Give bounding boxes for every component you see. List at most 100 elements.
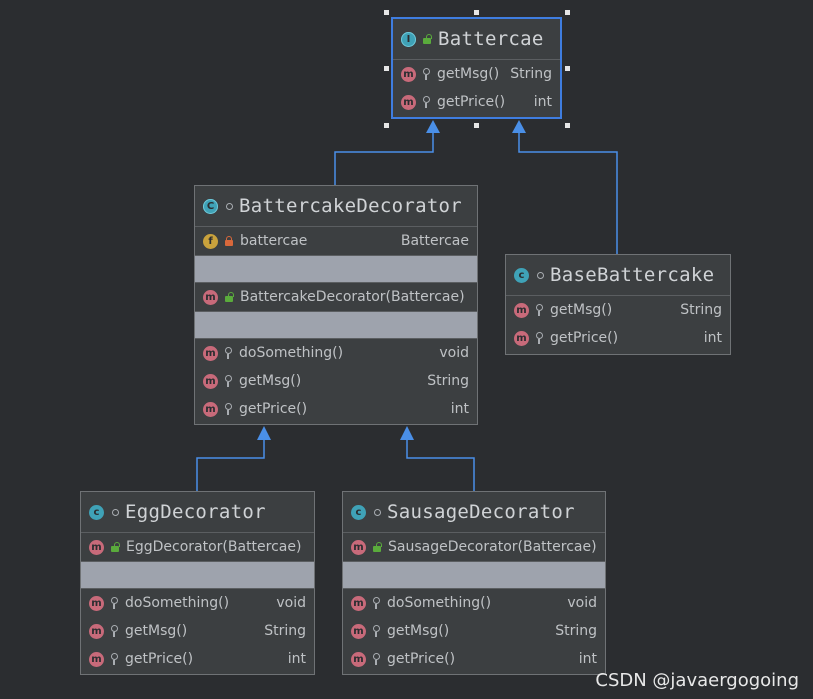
methods-section: m getMsg() String m getPrice() int [506,296,730,352]
key-icon [372,653,381,665]
method-type: int [533,94,552,110]
arrowhead [257,426,271,440]
class-battercae[interactable]: I Battercae m getMsg() String m getPrice… [391,17,562,119]
package-visibility-icon [226,202,233,210]
class-egg-decorator[interactable]: c EggDecorator m EggDecorator(Battercae)… [80,491,315,675]
method-row[interactable]: m getMsg() String [393,60,560,88]
method-icon: m [203,401,218,417]
method-row[interactable]: m getPrice() int [506,324,730,352]
method-row[interactable]: m getPrice() int [81,645,314,673]
method-type: int [703,330,722,346]
class-battercake-decorator[interactable]: C BattercakeDecorator f battercae Batter… [194,185,478,425]
selection-handle[interactable] [474,123,479,128]
package-visibility-icon [537,271,544,279]
class-base-battercake[interactable]: c BaseBattercake m getMsg() String m get… [505,254,731,355]
method-row[interactable]: m getPrice() int [393,88,560,116]
method-icon: m [351,539,366,555]
constructor-name: SausageDecorator(Battercae) [388,539,597,555]
constructors-section: m EggDecorator(Battercae) [81,533,314,562]
method-name: getPrice() [239,401,308,417]
selection-handle[interactable] [565,123,570,128]
abstract-class-icon: C [203,198,218,214]
method-row[interactable]: m getMsg() String [195,367,477,395]
method-row[interactable]: m getMsg() String [81,617,314,645]
class-name: BaseBattercake [550,264,715,286]
methods-section: m doSomething() void m getMsg() String m… [195,339,477,423]
relation-base-implements-battercae [518,132,618,254]
selection-handle[interactable] [565,10,570,15]
field-type: Battercae [400,233,469,249]
method-type: void [567,595,597,611]
method-icon: m [203,289,218,305]
class-sausage-decorator[interactable]: c SausageDecorator m SausageDecorator(Ba… [342,491,606,675]
method-row[interactable]: m getPrice() int [343,645,605,673]
method-row[interactable]: m getMsg() String [343,617,605,645]
selection-handle[interactable] [384,66,389,71]
methods-section: m getMsg() String m getPrice() int [393,60,560,116]
key-icon [110,625,119,637]
method-type: String [555,623,597,639]
method-icon: m [351,651,366,667]
package-visibility-icon [112,508,119,516]
arrowhead [400,426,414,440]
constructor-row[interactable]: m EggDecorator(Battercae) [81,533,314,561]
method-icon: m [89,595,104,611]
class-header: c SausageDecorator [343,492,605,533]
method-row[interactable]: m getPrice() int [195,395,477,423]
key-icon [224,375,233,387]
method-name: getPrice() [387,651,456,667]
class-header: C BattercakeDecorator [195,186,477,227]
public-visibility-icon [372,542,382,552]
key-icon [422,68,431,80]
methods-section: m doSomething() void m getMsg() String m… [343,589,605,673]
method-name: getMsg() [550,302,613,318]
empty-section [81,562,314,589]
public-visibility-icon [224,292,234,302]
key-icon [535,332,544,344]
selection-handle[interactable] [384,123,389,128]
method-icon: m [514,302,529,318]
class-name: Battercae [438,28,544,50]
method-name: getMsg() [387,623,450,639]
relation-sausage-extends-decorator [406,440,475,491]
selection-handle[interactable] [474,10,479,15]
class-icon: c [351,504,366,520]
watermark: CSDN @javaergogoing [595,670,799,691]
key-icon [535,304,544,316]
key-icon [110,597,119,609]
method-name: getMsg() [125,623,188,639]
field-name: battercae [240,233,308,249]
method-type: String [264,623,306,639]
public-visibility-icon [110,542,120,552]
field-row[interactable]: f battercae Battercae [195,227,477,255]
class-icon: c [89,504,104,520]
method-icon: m [351,595,366,611]
method-icon: m [514,330,529,346]
class-header: c BaseBattercake [506,255,730,296]
key-icon [110,653,119,665]
arrowhead [512,120,526,133]
selection-handle[interactable] [565,66,570,71]
key-icon [422,96,431,108]
field-icon: f [203,233,218,249]
constructor-name: EggDecorator(Battercae) [126,539,302,555]
method-name: getPrice() [125,651,194,667]
method-icon: m [89,651,104,667]
method-row[interactable]: m doSomething() void [343,589,605,617]
method-name: doSomething() [125,595,230,611]
empty-section [343,562,605,589]
constructor-row[interactable]: m BattercakeDecorator(Battercae) [195,283,477,311]
method-name: getPrice() [437,94,506,110]
relation-decorator-implements-battercae [334,132,434,185]
method-type: String [427,373,469,389]
package-visibility-icon [374,508,381,516]
constructor-row[interactable]: m SausageDecorator(Battercae) [343,533,605,561]
method-row[interactable]: m doSomething() void [81,589,314,617]
method-icon: m [401,66,416,82]
method-row[interactable]: m getMsg() String [506,296,730,324]
fields-section: f battercae Battercae [195,227,477,256]
constructors-section: m SausageDecorator(Battercae) [343,533,605,562]
method-icon: m [89,539,104,555]
selection-handle[interactable] [384,10,389,15]
method-row[interactable]: m doSomething() void [195,339,477,367]
